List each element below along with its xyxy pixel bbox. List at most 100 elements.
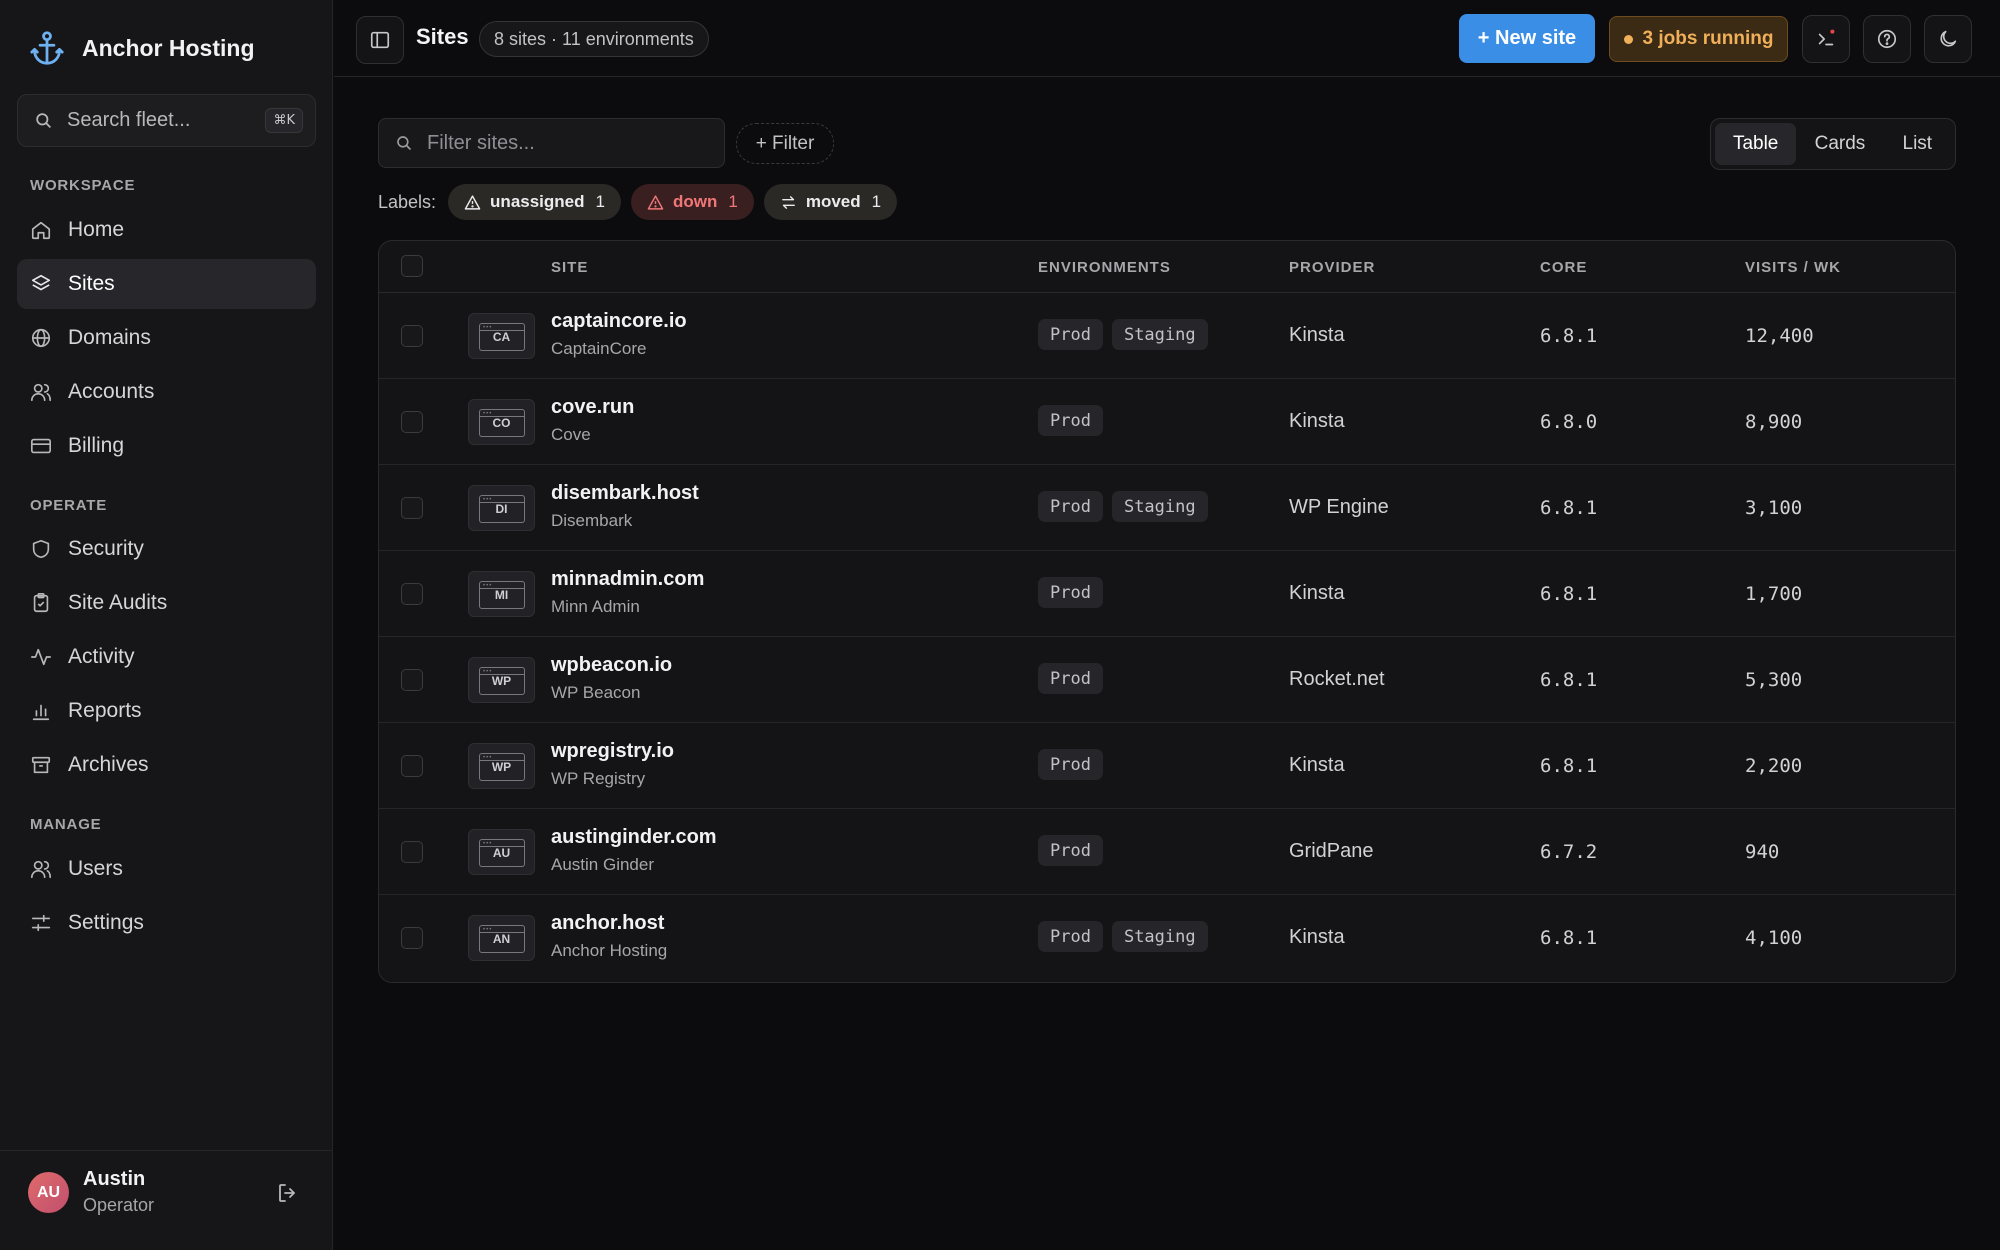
view-list-tab[interactable]: List bbox=[1884, 123, 1951, 165]
site-domain-link[interactable]: cove.run bbox=[551, 396, 634, 419]
site-name: Disembark bbox=[551, 511, 633, 530]
help-button[interactable] bbox=[1863, 15, 1911, 63]
sidebar-item-label: Reports bbox=[68, 699, 142, 722]
toggle-sidebar-button[interactable] bbox=[356, 16, 404, 64]
env-badge: Prod bbox=[1038, 663, 1103, 694]
env-badge: Staging bbox=[1111, 319, 1208, 350]
table-header: SITE ENVIRONMENTS PROVIDER CORE VISITS /… bbox=[379, 241, 1955, 293]
filter-sites-input[interactable]: Filter sites... bbox=[378, 118, 725, 168]
row-checkbox[interactable] bbox=[401, 497, 423, 519]
avatar[interactable]: AU bbox=[28, 1172, 69, 1213]
environments-cell: Prod Staging bbox=[1038, 491, 1208, 522]
add-filter-button[interactable]: + Filter bbox=[736, 123, 834, 164]
sidebar-item-label: Accounts bbox=[68, 380, 155, 403]
site-name: WP Beacon bbox=[551, 683, 641, 702]
column-header-site[interactable]: SITE bbox=[551, 259, 588, 276]
site-abbr: AN bbox=[492, 932, 511, 946]
sidebar-item-settings[interactable]: Settings bbox=[17, 898, 316, 948]
site-domain-link[interactable]: austinginder.com bbox=[551, 826, 717, 849]
brand[interactable]: Anchor Hosting bbox=[30, 30, 255, 66]
visits-cell: 8,900 bbox=[1745, 411, 1803, 433]
row-checkbox[interactable] bbox=[401, 583, 423, 605]
sidebar-item-activity[interactable]: Activity bbox=[17, 632, 316, 682]
column-header-core[interactable]: CORE bbox=[1540, 259, 1587, 276]
sidebar-item-sites[interactable]: Sites bbox=[17, 259, 316, 309]
label-count: 1 bbox=[728, 192, 738, 211]
core-version-cell: 6.8.1 bbox=[1540, 927, 1598, 949]
site-thumbnail: ••• MI bbox=[468, 571, 535, 617]
row-checkbox[interactable] bbox=[401, 411, 423, 433]
core-version-cell: 6.8.0 bbox=[1540, 411, 1598, 433]
terminal-button[interactable] bbox=[1802, 15, 1850, 63]
table-row[interactable]: ••• MI minnadmin.com Minn Admin Prod Kin… bbox=[379, 551, 1955, 637]
table-row[interactable]: ••• WP wpregistry.io WP Registry Prod Ki… bbox=[379, 723, 1955, 809]
site-domain-link[interactable]: wpbeacon.io bbox=[551, 654, 672, 677]
anchor-icon bbox=[30, 31, 64, 65]
sidebar-item-label: Sites bbox=[68, 272, 115, 295]
label-chip-moved[interactable]: moved 1 bbox=[763, 184, 898, 220]
clipboard-check-icon bbox=[33, 593, 49, 613]
user-role: Operator bbox=[83, 1195, 155, 1215]
site-name: Austin Ginder bbox=[551, 855, 654, 874]
row-checkbox[interactable] bbox=[401, 325, 423, 347]
shield-icon bbox=[32, 539, 50, 559]
sidebar-item-label: Site Audits bbox=[68, 591, 168, 614]
env-badge: Staging bbox=[1111, 491, 1208, 522]
sidebar-item-domains[interactable]: Domains bbox=[17, 313, 316, 363]
new-site-button[interactable]: + New site bbox=[1459, 14, 1595, 63]
visits-cell: 3,100 bbox=[1745, 497, 1803, 519]
table-row[interactable]: ••• CO cove.run Cove Prod Kinsta 6.8.0 8… bbox=[379, 379, 1955, 465]
sidebar-item-label: Billing bbox=[68, 434, 125, 457]
site-domain-link[interactable]: captaincore.io bbox=[551, 310, 687, 333]
view-cards-tab[interactable]: Cards bbox=[1796, 123, 1883, 165]
row-checkbox[interactable] bbox=[401, 927, 423, 949]
sidebar-item-users[interactable]: Users bbox=[17, 844, 316, 894]
view-table-tab[interactable]: Table bbox=[1715, 123, 1797, 165]
provider-cell: Kinsta bbox=[1289, 410, 1345, 432]
table-row[interactable]: ••• CA captaincore.io CaptainCore Prod St… bbox=[379, 293, 1955, 379]
sidebar-item-security[interactable]: Security bbox=[17, 524, 316, 574]
row-checkbox[interactable] bbox=[401, 841, 423, 863]
sidebar-item-site-audits[interactable]: Site Audits bbox=[17, 578, 316, 628]
sidebar-item-accounts[interactable]: Accounts bbox=[17, 367, 316, 417]
label-chip-unassigned[interactable]: unassigned 1 bbox=[448, 184, 621, 220]
theme-toggle-button[interactable] bbox=[1924, 15, 1972, 63]
logout-icon[interactable] bbox=[276, 1181, 300, 1205]
site-domain-link[interactable]: anchor.host bbox=[551, 912, 664, 935]
column-header-provider[interactable]: PROVIDER bbox=[1289, 259, 1375, 276]
sidebar-item-reports[interactable]: Reports bbox=[17, 686, 316, 736]
site-name: CaptainCore bbox=[551, 339, 647, 358]
environments-cell: Prod bbox=[1038, 663, 1103, 694]
table-row[interactable]: ••• WP wpbeacon.io WP Beacon Prod Rocket… bbox=[379, 637, 1955, 723]
column-header-visits[interactable]: VISITS / WK bbox=[1745, 259, 1841, 276]
environments-cell: Prod Staging bbox=[1038, 319, 1208, 350]
jobs-running-button[interactable]: 3 jobs running bbox=[1609, 16, 1788, 62]
section-workspace: WORKSPACE bbox=[30, 177, 136, 194]
site-domain-link[interactable]: wpregistry.io bbox=[551, 740, 674, 763]
site-domain-link[interactable]: disembark.host bbox=[551, 482, 699, 505]
site-abbr: AU bbox=[492, 846, 511, 860]
sidebar-toggle-icon bbox=[370, 31, 390, 49]
sidebar-item-archives[interactable]: Archives bbox=[17, 740, 316, 790]
row-checkbox[interactable] bbox=[401, 669, 423, 691]
row-checkbox[interactable] bbox=[401, 755, 423, 777]
column-header-environments[interactable]: ENVIRONMENTS bbox=[1038, 259, 1171, 276]
sidebar-item-billing[interactable]: Billing bbox=[17, 421, 316, 471]
provider-cell: WP Engine bbox=[1289, 496, 1389, 518]
sidebar-item-label: Activity bbox=[68, 645, 135, 668]
table-row[interactable]: ••• AN anchor.host Anchor Hosting Prod St… bbox=[379, 895, 1955, 981]
table-row[interactable]: ••• AU austinginder.com Austin Ginder Pr… bbox=[379, 809, 1955, 895]
environments-cell: Prod Staging bbox=[1038, 921, 1208, 952]
site-thumbnail: ••• CO bbox=[468, 399, 535, 445]
label-chip-down[interactable]: down 1 bbox=[630, 184, 754, 220]
search-fleet-input[interactable]: Search fleet... ⌘K bbox=[17, 94, 316, 147]
select-all-checkbox[interactable] bbox=[401, 255, 423, 277]
site-name: Cove bbox=[551, 425, 591, 444]
table-row[interactable]: ••• DI disembark.host Disembark Prod Stag… bbox=[379, 465, 1955, 551]
site-thumbnail: ••• DI bbox=[468, 485, 535, 531]
sidebar-item-home[interactable]: Home bbox=[17, 205, 316, 255]
env-badge: Staging bbox=[1111, 921, 1208, 952]
sidebar-item-label: Users bbox=[68, 857, 123, 880]
sidebar-item-label: Settings bbox=[68, 911, 144, 934]
site-domain-link[interactable]: minnadmin.com bbox=[551, 568, 704, 591]
